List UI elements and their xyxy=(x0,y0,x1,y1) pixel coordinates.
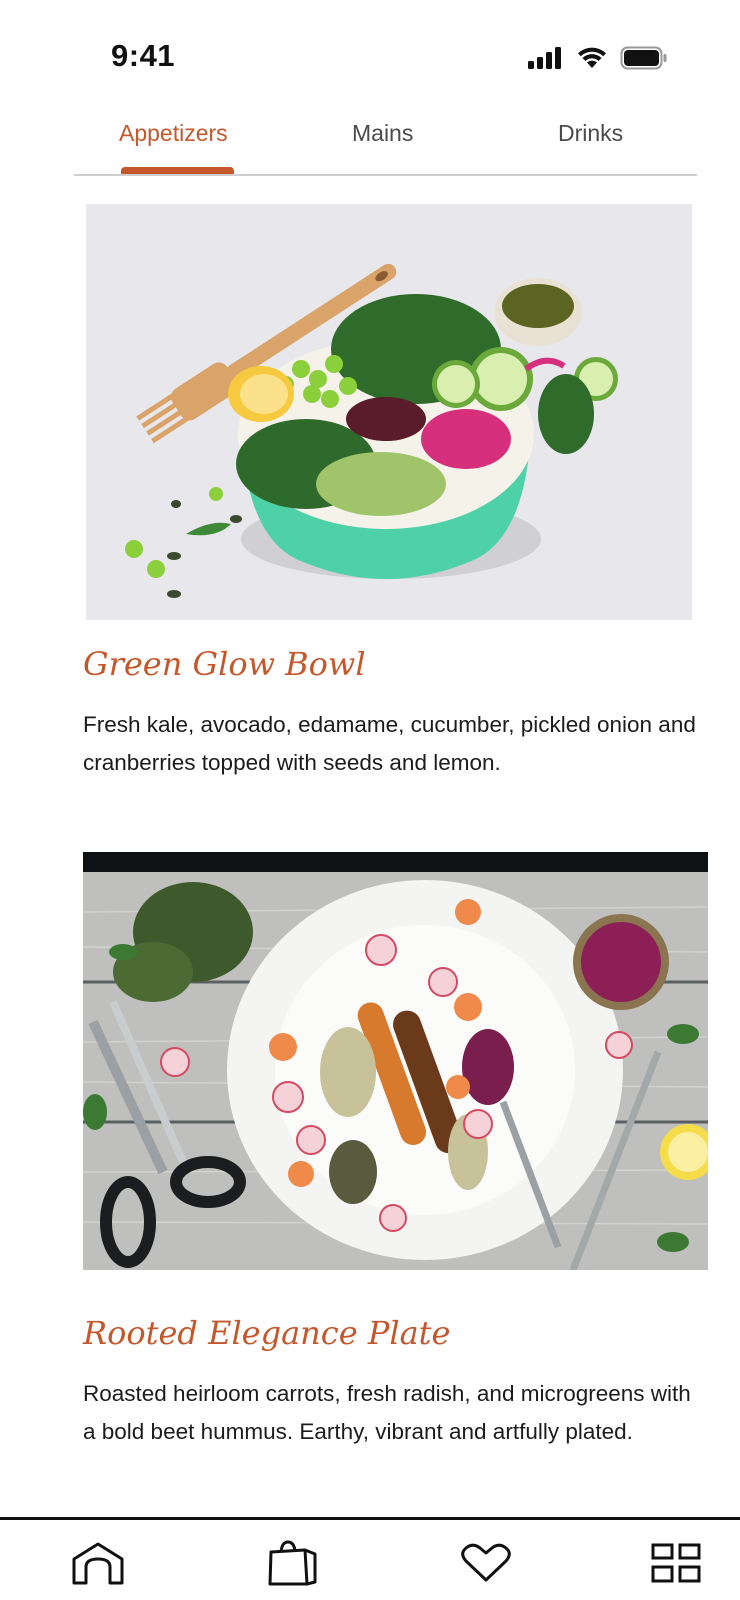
tab-drinks[interactable]: Drinks xyxy=(558,120,623,147)
tab-mains[interactable]: Mains xyxy=(352,120,413,147)
status-bar: 9:41 xyxy=(0,0,740,100)
menu-item-title[interactable]: Rooted Elegance Plate xyxy=(83,1314,450,1352)
bottom-navigation xyxy=(0,1517,740,1600)
category-tabs: Appetizers Mains Drinks xyxy=(74,108,697,176)
battery-icon xyxy=(620,46,668,70)
cellular-signal-icon xyxy=(528,47,564,69)
tab-appetizers[interactable]: Appetizers xyxy=(119,120,228,147)
home-icon xyxy=(71,1541,125,1590)
menu-item-title[interactable]: Green Glow Bowl xyxy=(83,645,366,683)
nav-menu[interactable] xyxy=(646,1540,706,1590)
menu-item-description: Fresh kale, avocado, edamame, cucumber, … xyxy=(83,712,696,775)
nav-home[interactable] xyxy=(68,1540,128,1590)
nav-shop[interactable] xyxy=(263,1539,323,1591)
wifi-icon xyxy=(576,47,608,69)
menu-item-description: Roasted heirloom carrots, fresh radish, … xyxy=(83,1381,691,1444)
grid-icon xyxy=(651,1543,701,1588)
active-tab-indicator xyxy=(121,167,234,174)
status-time: 9:41 xyxy=(111,38,176,73)
heart-icon xyxy=(460,1543,512,1588)
roasted-vegetable-plate-image[interactable] xyxy=(83,852,708,1270)
shopping-bag-icon xyxy=(267,1539,319,1591)
salad-bowl-image[interactable] xyxy=(86,204,692,620)
status-icons xyxy=(528,46,668,70)
nav-favorites[interactable] xyxy=(456,1540,516,1590)
